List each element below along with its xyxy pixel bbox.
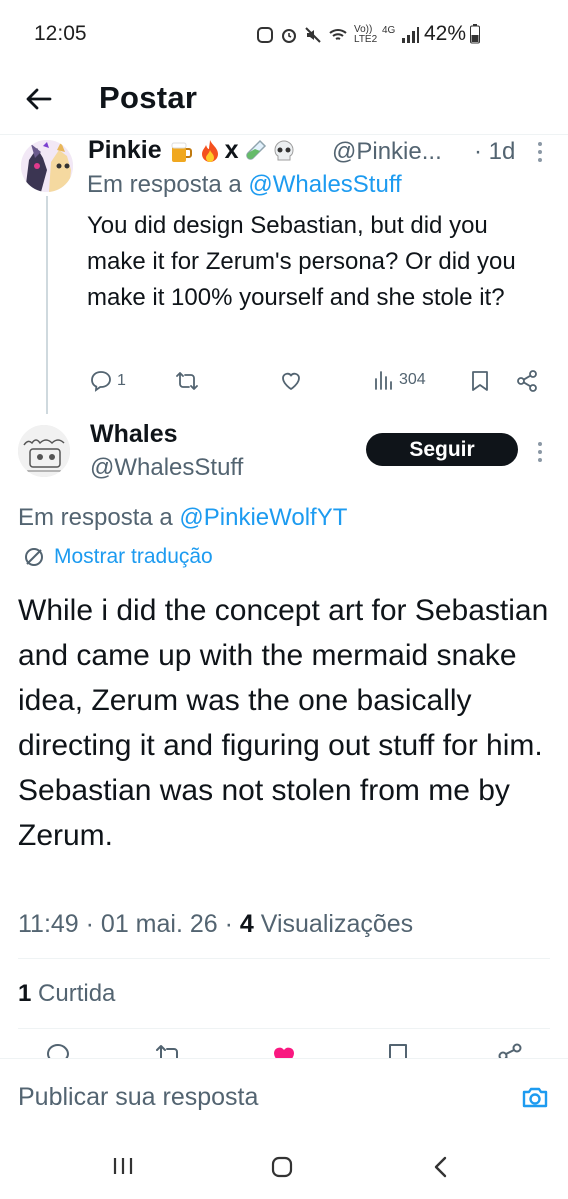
author-name[interactable]: Whales (90, 420, 178, 449)
avatar[interactable] (18, 425, 70, 477)
tweet-time[interactable]: · 1d (474, 138, 515, 166)
reply-count: 1 (117, 372, 126, 389)
avatar[interactable] (21, 140, 73, 192)
reply-context-prefix: Em resposta a (87, 171, 242, 198)
status-time: 12:05 (34, 22, 87, 45)
more-icon[interactable] (537, 440, 543, 464)
tweet-actions-partial (0, 1040, 568, 1058)
like-icon[interactable] (270, 1042, 298, 1058)
tweet-text: While i did the concept art for Sebastia… (18, 594, 549, 852)
views-button[interactable]: 304 (373, 369, 426, 391)
reply-context: Em resposta a @WhalesStuff (87, 171, 402, 199)
back-nav-icon[interactable] (432, 1155, 448, 1179)
author-name-text: Pinkie (88, 136, 162, 164)
alarm-icon (282, 29, 296, 43)
reply-bar-divider (0, 1058, 568, 1059)
reply-icon (91, 371, 111, 392)
skull-emoji-icon (271, 138, 297, 164)
translate-link[interactable]: Mostrar tradução (22, 545, 213, 569)
tweet-text: You did design Sebastian, but did you ma… (87, 212, 516, 311)
recent-apps-icon[interactable] (112, 1156, 134, 1176)
wifi-icon (329, 29, 347, 40)
author-handle[interactable]: @Pinkie... (332, 138, 442, 166)
divider (18, 958, 550, 959)
share-button[interactable] (515, 369, 539, 393)
author-name[interactable]: Pinkie x (88, 136, 297, 165)
likes-label: Curtida (38, 980, 116, 1007)
share-icon (517, 370, 537, 392)
like-button[interactable] (279, 369, 303, 393)
views-count: 4 (239, 910, 254, 938)
reply-context-prefix: Em resposta a (18, 504, 173, 531)
share-icon[interactable] (496, 1042, 524, 1058)
tweet-timestamp[interactable]: 11:49 · 01 mai. 26 · (18, 910, 233, 938)
tweet-meta: 11:49 · 01 mai. 26 · 4 Visualizações (18, 910, 413, 939)
back-arrow-icon[interactable] (24, 84, 54, 114)
divider (18, 1028, 550, 1029)
like-icon (282, 372, 300, 391)
views-label: Visualizações (260, 910, 414, 938)
network-gen: 4G (382, 24, 396, 36)
reply-to-link[interactable]: @WhalesStuff (248, 171, 401, 198)
beer-emoji-icon (168, 138, 194, 164)
retweet-button[interactable] (175, 369, 199, 393)
views-icon (375, 371, 392, 390)
reply-button[interactable]: 1 (89, 369, 126, 393)
retweet-icon[interactable] (155, 1042, 183, 1058)
battery-level: 42% (424, 22, 481, 46)
thread-line (46, 196, 48, 414)
network-label: Vo)) LTE2 (354, 24, 378, 45)
fire-emoji-icon (197, 138, 223, 164)
battery-percent: 42% (424, 22, 467, 45)
bixby-icon (257, 27, 273, 43)
status-icons: Vo)) LTE2 4G (256, 22, 420, 48)
translate-icon (25, 548, 43, 566)
bookmark-icon (472, 371, 488, 391)
retweet-icon (176, 372, 198, 390)
tweet-actions: 1 304 (87, 367, 547, 397)
translate-label: Mostrar tradução (54, 545, 213, 568)
page-title: Postar (99, 80, 198, 115)
battery-icon (470, 24, 481, 44)
views-count: 304 (399, 371, 426, 388)
home-icon[interactable] (270, 1155, 294, 1179)
author-name-suffix: x (224, 136, 239, 164)
reply-context: Em resposta a @PinkieWolfYT (18, 504, 347, 532)
reply-icon[interactable] (45, 1042, 71, 1058)
author-handle[interactable]: @WhalesStuff (90, 454, 243, 482)
test-tube-emoji-icon (242, 138, 268, 164)
likes-summary[interactable]: 1 Curtida (18, 980, 115, 1008)
camera-icon[interactable] (520, 1082, 550, 1112)
reply-to-link[interactable]: @PinkieWolfYT (179, 504, 347, 531)
follow-button[interactable]: Seguir (366, 433, 518, 466)
header-divider (0, 134, 568, 135)
bookmark-button[interactable] (469, 369, 491, 393)
more-icon[interactable] (537, 140, 543, 164)
bookmark-icon[interactable] (386, 1042, 410, 1058)
mute-icon (305, 27, 321, 43)
likes-count: 1 (18, 980, 32, 1007)
reply-input[interactable]: Publicar sua resposta (18, 1083, 258, 1112)
signal-icon (402, 27, 420, 43)
